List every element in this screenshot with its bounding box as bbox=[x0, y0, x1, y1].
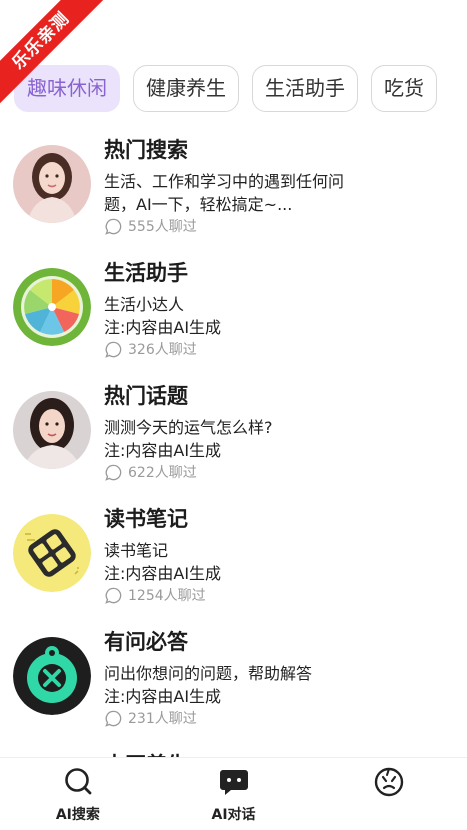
chat-bubble-outline-icon bbox=[105, 710, 122, 727]
woman-portrait-avatar bbox=[13, 145, 91, 223]
chat-bubble-outline-icon bbox=[105, 341, 122, 358]
chat-count-text: 326人聊过 bbox=[128, 342, 197, 358]
item-desc-line: 注:内容由AI生成 bbox=[104, 687, 222, 706]
chat-count: 622人聊过 bbox=[104, 462, 197, 482]
item-title: 读书笔记 bbox=[104, 507, 188, 531]
item-description: 读书笔记 注:内容由AI生成 bbox=[104, 539, 404, 585]
item-title: 热门话题 bbox=[104, 384, 188, 408]
bottom-navigation: AI搜索 AI对话 bbox=[0, 757, 467, 830]
tab-foodie[interactable]: 吃货 bbox=[371, 65, 437, 112]
chat-bubble-outline-icon bbox=[105, 218, 122, 235]
chat-count-text: 622人聊过 bbox=[128, 465, 197, 481]
item-description: 生活小达人 注:内容由AI生成 bbox=[104, 293, 404, 339]
woman-portrait-avatar bbox=[13, 391, 91, 469]
chat-bubble-icon bbox=[219, 770, 248, 795]
face-doodle-icon bbox=[374, 767, 404, 797]
tab-life-assistant[interactable]: 生活助手 bbox=[252, 65, 358, 112]
item-desc-line: 生活、工作和学习中的遇到任何问 bbox=[104, 172, 345, 191]
search-icon bbox=[65, 768, 92, 795]
chat-count-text: 555人聊过 bbox=[128, 219, 197, 235]
tab-health[interactable]: 健康养生 bbox=[133, 65, 239, 112]
list-item[interactable]: 热门话题 测测今天的运气怎么样? 注:内容由AI生成 622人聊过 bbox=[0, 368, 467, 491]
nav-label: AI对话 bbox=[211, 807, 256, 823]
corner-ribbon: 乐乐亲测 bbox=[0, 0, 110, 110]
item-desc-line: 注:内容由AI生成 bbox=[104, 318, 222, 337]
chat-count: 555人聊过 bbox=[104, 216, 197, 236]
citrus-slice-avatar bbox=[13, 268, 91, 346]
list-item[interactable]: 中医养生 bbox=[0, 737, 467, 757]
sticky-note-avatar bbox=[13, 514, 91, 592]
list-item[interactable]: 生活助手 生活小达人 注:内容由AI生成 326人聊过 bbox=[0, 245, 467, 368]
assistant-list: 热门搜索 生活、工作和学习中的遇到任何问 题，AI一下，轻松搞定~... 555… bbox=[0, 122, 467, 757]
list-item[interactable]: 热门搜索 生活、工作和学习中的遇到任何问 题，AI一下，轻松搞定~... 555… bbox=[0, 122, 467, 245]
item-desc-line: 生活小达人 bbox=[104, 295, 185, 314]
robot-face-avatar bbox=[13, 637, 91, 715]
chat-count-text: 231人聊过 bbox=[128, 711, 197, 727]
item-description: 测测今天的运气怎么样? 注:内容由AI生成 bbox=[104, 416, 404, 462]
list-item[interactable]: 有问必答 问出你想问的问题，帮助解答 注:内容由AI生成 231人聊过 bbox=[0, 614, 467, 737]
item-desc-line: 读书笔记 bbox=[104, 541, 169, 560]
chat-count: 326人聊过 bbox=[104, 339, 197, 359]
item-desc-line: 注:内容由AI生成 bbox=[104, 564, 222, 583]
list-item[interactable]: 读书笔记 读书笔记 注:内容由AI生成 1254人聊过 bbox=[0, 491, 467, 614]
chat-bubble-outline-icon bbox=[105, 464, 122, 481]
item-title: 中医养生 bbox=[104, 749, 188, 757]
nav-label: AI搜索 bbox=[55, 807, 100, 823]
nav-ai-chat[interactable]: AI对话 bbox=[156, 758, 312, 830]
chat-count: 1254人聊过 bbox=[104, 585, 206, 605]
chat-count: 231人聊过 bbox=[104, 708, 197, 728]
item-description: 生活、工作和学习中的遇到任何问 题，AI一下，轻松搞定~... bbox=[104, 170, 404, 216]
item-desc-line: 测测今天的运气怎么样? bbox=[104, 418, 273, 437]
item-title: 有问必答 bbox=[104, 630, 188, 654]
item-desc-line: 问出你想问的问题，帮助解答 bbox=[104, 664, 313, 683]
nav-ai-search[interactable]: AI搜索 bbox=[0, 758, 156, 830]
chat-count-text: 1254人聊过 bbox=[128, 588, 206, 604]
chat-bubble-outline-icon bbox=[105, 587, 122, 604]
nav-profile[interactable] bbox=[311, 758, 467, 830]
item-desc-line: 题，AI一下，轻松搞定~... bbox=[104, 195, 293, 214]
item-title: 生活助手 bbox=[104, 261, 188, 285]
ribbon-label: 乐乐亲测 bbox=[0, 0, 105, 105]
item-description: 问出你想问的问题，帮助解答 注:内容由AI生成 bbox=[104, 662, 404, 708]
item-title: 热门搜索 bbox=[104, 138, 188, 162]
item-desc-line: 注:内容由AI生成 bbox=[104, 441, 222, 460]
